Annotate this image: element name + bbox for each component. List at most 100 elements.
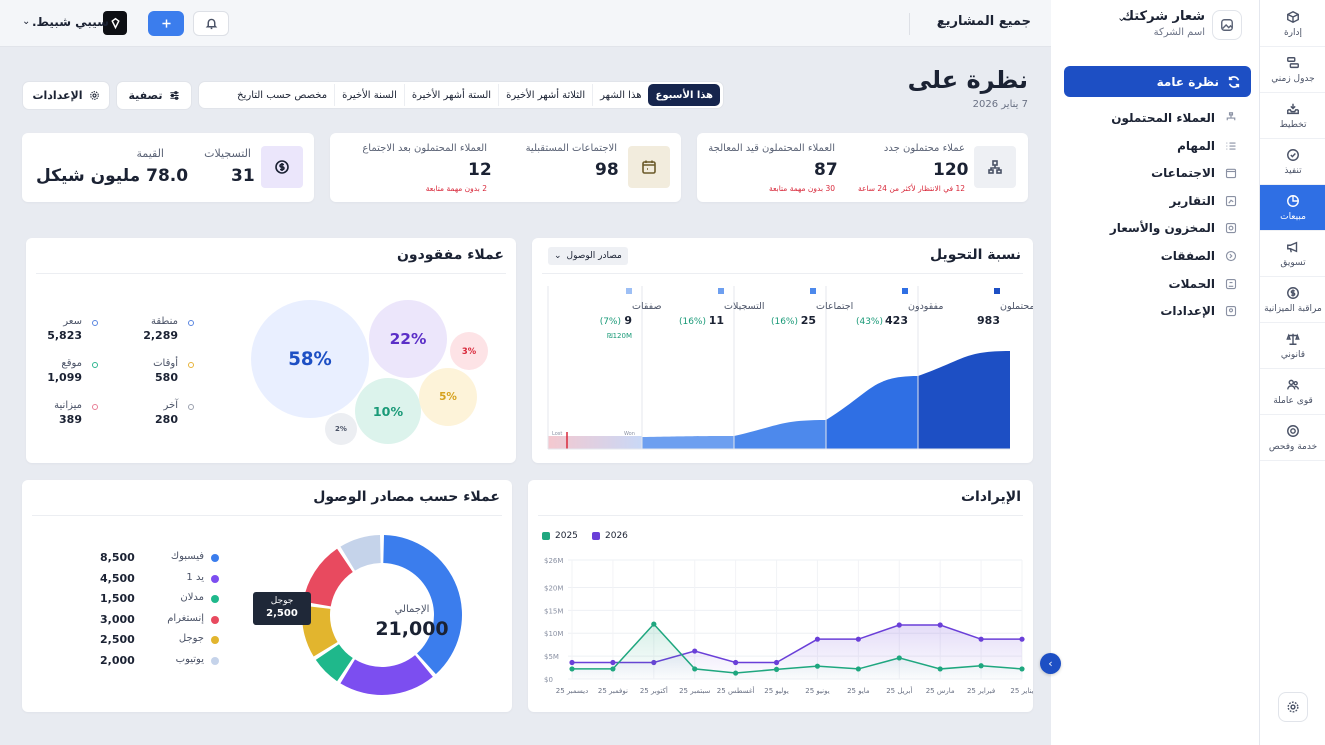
data-point-2026[interactable]: [978, 636, 984, 642]
filter-button[interactable]: تصفية: [116, 81, 192, 110]
kpi-value: 87: [814, 160, 838, 180]
rail-item-1[interactable]: جدول زمني: [1260, 47, 1325, 93]
data-point-2025[interactable]: [814, 663, 821, 669]
add-button[interactable]: [148, 11, 184, 36]
nav-item-4[interactable]: المخزون والأسعار: [1064, 217, 1251, 239]
data-point-2025[interactable]: [1019, 666, 1025, 672]
rail-item-7[interactable]: قانوني: [1260, 323, 1325, 369]
chevron-down-icon[interactable]: ⌄: [22, 16, 30, 27]
nav-item-2[interactable]: الاجتماعات: [1064, 162, 1251, 184]
period-tab-3[interactable]: الستة أشهر الأخيرة: [403, 84, 498, 106]
nav-item-0[interactable]: العملاء المحتملون: [1064, 107, 1251, 129]
nav-item-label: التقارير: [1169, 193, 1215, 208]
rail-item-label: تخطيط: [1279, 119, 1307, 130]
notifications-button[interactable]: [193, 11, 229, 36]
project-selector[interactable]: جميع المشاريع: [937, 14, 1031, 29]
data-point-2026[interactable]: [855, 636, 861, 642]
data-point-2025[interactable]: [610, 666, 616, 672]
rail-item-2[interactable]: تخطيط: [1260, 93, 1325, 139]
data-point-2026[interactable]: [733, 659, 739, 666]
data-point-2025[interactable]: [896, 655, 902, 661]
donut-slice-1[interactable]: [340, 655, 433, 695]
kpi-note: 30 بدون مهمة متابعة: [769, 184, 835, 193]
rail-item-label: تنفيذ: [1284, 165, 1302, 176]
period-tab-1[interactable]: هذا الشهر: [592, 84, 648, 106]
data-point-2025[interactable]: [937, 666, 943, 672]
funnel-area: [734, 420, 826, 449]
source-row: 4,500 يد 1: [100, 572, 220, 586]
page-date: 7 يناير 2026: [972, 99, 1028, 110]
nav-item-3[interactable]: التقارير: [1064, 190, 1251, 212]
legend-name: آخر: [163, 400, 178, 411]
source-name: فيسبوك: [170, 551, 204, 562]
data-point-2026[interactable]: [610, 659, 616, 666]
data-point-2026[interactable]: [814, 636, 821, 642]
rail-item-5[interactable]: تسويق: [1260, 231, 1325, 277]
data-point-2025[interactable]: [773, 666, 780, 672]
source-name: يد 1: [186, 571, 204, 583]
kpi-label: الاجتماعات المستقبلية: [525, 143, 617, 154]
nav-item-5[interactable]: الصفقات: [1064, 245, 1251, 267]
rail-item-0[interactable]: إدارة: [1260, 1, 1325, 47]
stage-pct: (7%): [600, 317, 621, 327]
data-point-2026[interactable]: [896, 622, 902, 628]
user-name[interactable]: سيبي شبيط.: [32, 15, 109, 29]
chevron-down-icon[interactable]: ⌄: [1117, 11, 1126, 24]
kpi-label: التسجيلات: [204, 147, 251, 160]
kpi-value: 98: [595, 160, 619, 180]
chevron-down-icon: ⌄: [554, 251, 562, 261]
period-tab-5[interactable]: مخصص حسب التاريخ: [230, 84, 334, 106]
logo-image-icon[interactable]: [1212, 10, 1242, 40]
nav-item-1[interactable]: المهام: [1064, 135, 1251, 157]
card-title: نسبة التحويل: [930, 247, 1021, 263]
lost-customers-card: عملاء مفقودون 58% 22% 10% 5% 3% 2% منطقة 2,289 س…: [26, 238, 516, 463]
chevron-down-icon[interactable]: ⌄: [936, 16, 945, 29]
legend-name: موقع: [61, 358, 82, 369]
legend-value: 389: [59, 413, 82, 426]
kpi-note: 12 في الانتظار لأكثر من 24 ساعة: [857, 184, 965, 193]
data-point-2026[interactable]: [569, 659, 575, 666]
data-point-2025[interactable]: [692, 666, 698, 672]
target-icon: [1287, 424, 1299, 437]
data-point-2026[interactable]: [692, 648, 698, 654]
sources-dropdown[interactable]: ⌄ مصادر الوصول: [548, 247, 628, 265]
data-point-2026[interactable]: [1019, 636, 1025, 642]
period-tab-0[interactable]: هذا الأسبوع: [648, 84, 720, 106]
data-point-2026[interactable]: [937, 622, 943, 628]
nav-icon: [1225, 306, 1237, 317]
revenue-line-chart: $0 $5M $10M $15M $20M $26M ديسمبر 25 نوفمبر 25 أ…: [544, 557, 1033, 695]
data-point-2025[interactable]: [733, 670, 739, 676]
rail-item-3[interactable]: تنفيذ: [1260, 139, 1325, 185]
calendar-icon: [628, 146, 670, 188]
data-point-2025[interactable]: [978, 663, 984, 669]
source-row: 2,000 يوتيوب: [100, 654, 220, 668]
lost-bubble: 10%: [355, 378, 421, 444]
funnel-area: [826, 376, 918, 449]
lost-bubble: 22%: [369, 300, 447, 378]
y-tick-label: $26M: [544, 557, 563, 565]
conversion-funnel-chart: Lost Won العملاء المحتملون983 مفقودون423(43…: [547, 286, 1033, 450]
period-tab-4[interactable]: السنة الأخيرة: [334, 84, 404, 106]
card-title: الإيرادات: [960, 489, 1021, 505]
nav-item-7[interactable]: الإعدادات: [1064, 300, 1251, 322]
source-name: إنستغرام: [167, 612, 204, 624]
nav-item-overview[interactable]: نظرة عامة: [1064, 66, 1251, 97]
stage-label: التسجيلات: [724, 301, 765, 312]
rail-item-9[interactable]: خدمة وفحص: [1260, 415, 1325, 461]
legend-value: 5,823: [47, 329, 82, 342]
settings-button[interactable]: الإعدادات: [22, 81, 110, 110]
donut-slice-0[interactable]: [383, 535, 462, 675]
nav-item-6[interactable]: الحملات: [1064, 273, 1251, 295]
rail-item-8[interactable]: قوى عاملة: [1260, 369, 1325, 415]
data-point-2025[interactable]: [855, 666, 861, 672]
rail-item-6[interactable]: مراقبة الميزانية: [1260, 277, 1325, 323]
company-name[interactable]: شعار شركتك: [1122, 9, 1205, 24]
settings-gear-button[interactable]: [1278, 692, 1308, 722]
collapse-sidebar-button[interactable]: ‹: [1040, 653, 1061, 674]
period-tab-2[interactable]: الثلاثة أشهر الأخيرة: [498, 84, 592, 106]
stage-swatch: [994, 288, 1000, 294]
data-point-2025[interactable]: [651, 621, 657, 627]
data-point-2026[interactable]: [773, 659, 780, 666]
data-point-2025[interactable]: [569, 666, 575, 672]
rail-item-4[interactable]: مبيعات: [1260, 185, 1325, 231]
